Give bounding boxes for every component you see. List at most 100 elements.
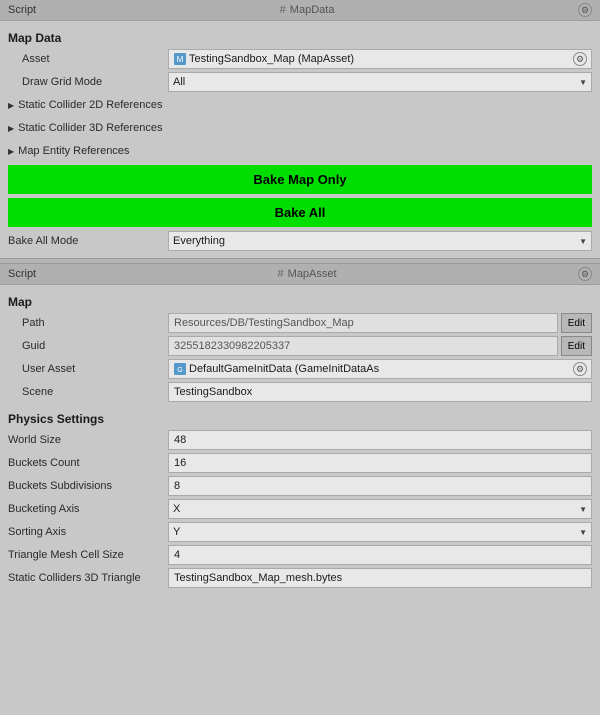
top-script-value: MapData (290, 4, 335, 16)
bottom-script-value: MapAsset (288, 268, 337, 280)
path-input[interactable] (168, 313, 558, 333)
buckets-subdivisions-input[interactable] (168, 476, 592, 496)
draw-grid-mode-label: Draw Grid Mode (8, 76, 168, 88)
user-asset-input[interactable]: G DefaultGameInitData (GameInitDataAs ⚙ (168, 359, 592, 379)
bucketing-axis-text: X (173, 503, 180, 515)
world-size-row: World Size (8, 430, 592, 450)
triangle-mesh-cell-size-input[interactable] (168, 545, 592, 565)
asset-text: TestingSandbox_Map (MapAsset) (189, 53, 569, 65)
guid-label: Guid (8, 340, 168, 352)
bake-all-mode-text: Everything (173, 235, 225, 247)
bucketing-axis-row: Bucketing Axis X ▼ (8, 499, 592, 519)
bottom-script-tag: # MapAsset (278, 268, 337, 280)
static-collider-2d-row[interactable]: ▶ Static Collider 2D References (8, 95, 592, 115)
world-size-input[interactable] (168, 430, 592, 450)
bucketing-axis-label: Bucketing Axis (8, 503, 168, 515)
bake-map-only-button[interactable]: Bake Map Only (8, 165, 592, 194)
user-asset-text: DefaultGameInitData (GameInitDataAs (189, 363, 569, 375)
draw-grid-mode-value: All ▼ (168, 72, 592, 92)
static-colliders-3d-label: Static Colliders 3D Triangle (8, 572, 168, 584)
guid-row: Guid Edit (8, 336, 592, 356)
buckets-count-row: Buckets Count (8, 453, 592, 473)
main-panel: Script # MapData ⚙ Map Data Asset M Test… (0, 0, 600, 595)
scene-input[interactable] (168, 382, 592, 402)
draw-grid-mode-text: All (173, 76, 185, 88)
scene-row: Scene (8, 382, 592, 402)
sorting-axis-row: Sorting Axis Y ▼ (8, 522, 592, 542)
asset-row: Asset M TestingSandbox_Map (MapAsset) ⚙ (8, 49, 592, 69)
bottom-gear-icon[interactable]: ⚙ (578, 267, 592, 281)
svg-text:G: G (177, 367, 182, 374)
collapsible-triangle-3d: ▶ (8, 124, 14, 133)
draw-grid-mode-arrow: ▼ (579, 78, 587, 87)
buckets-subdivisions-label: Buckets Subdivisions (8, 480, 168, 492)
asset-input[interactable]: M TestingSandbox_Map (MapAsset) ⚙ (168, 49, 592, 69)
bake-all-mode-value: Everything ▼ (168, 231, 592, 251)
draw-grid-mode-row: Draw Grid Mode All ▼ (8, 72, 592, 92)
user-asset-gear-icon[interactable]: ⚙ (573, 362, 587, 376)
bucketing-axis-value-container: X ▼ (168, 499, 592, 519)
guid-value-container: Edit (168, 336, 592, 356)
path-value-container: Edit (168, 313, 592, 333)
world-size-value-container (168, 430, 592, 450)
buckets-subdivisions-value-container (168, 476, 592, 496)
guid-edit-button[interactable]: Edit (561, 336, 592, 356)
bake-all-button[interactable]: Bake All (8, 198, 592, 227)
map-data-title: Map Data (8, 31, 592, 45)
map-title: Map (8, 295, 592, 309)
sorting-axis-label: Sorting Axis (8, 526, 168, 538)
path-edit-button[interactable]: Edit (561, 313, 592, 333)
static-collider-2d-label: Static Collider 2D References (18, 99, 162, 111)
collapsible-triangle-entity: ▶ (8, 147, 14, 156)
top-script-label: Script (8, 4, 36, 16)
collapsible-triangle-2d: ▶ (8, 101, 14, 110)
bucketing-axis-dropdown[interactable]: X ▼ (168, 499, 592, 519)
map-entity-row[interactable]: ▶ Map Entity References (8, 141, 592, 161)
top-script-tag: # MapData (280, 4, 335, 16)
asset-gear-icon[interactable]: ⚙ (573, 52, 587, 66)
bottom-script-label: Script (8, 268, 36, 280)
static-colliders-3d-value-container (168, 568, 592, 588)
scene-label: Scene (8, 386, 168, 398)
bottom-hash-icon: # (278, 268, 284, 280)
user-asset-value-container: G DefaultGameInitData (GameInitDataAs ⚙ (168, 359, 592, 379)
map-entity-label: Map Entity References (18, 145, 129, 157)
asset-value-container: M TestingSandbox_Map (MapAsset) ⚙ (168, 49, 592, 69)
hash-icon: # (280, 4, 286, 16)
bottom-script-header: Script # MapAsset ⚙ (0, 264, 600, 285)
bake-all-mode-arrow: ▼ (579, 237, 587, 246)
bake-all-mode-row: Bake All Mode Everything ▼ (8, 231, 592, 251)
world-size-label: World Size (8, 434, 168, 446)
physics-title: Physics Settings (8, 412, 592, 426)
path-label: Path (8, 317, 168, 329)
sorting-axis-value-container: Y ▼ (168, 522, 592, 542)
svg-text:M: M (177, 55, 184, 64)
triangle-mesh-cell-size-label: Triangle Mesh Cell Size (8, 549, 168, 561)
buckets-subdivisions-row: Buckets Subdivisions (8, 476, 592, 496)
buckets-count-label: Buckets Count (8, 457, 168, 469)
scene-value-container (168, 382, 592, 402)
bake-all-mode-dropdown[interactable]: Everything ▼ (168, 231, 592, 251)
asset-icon: M (173, 52, 187, 66)
static-colliders-3d-input[interactable] (168, 568, 592, 588)
bake-all-mode-label: Bake All Mode (8, 235, 168, 247)
top-script-header: Script # MapData ⚙ (0, 0, 600, 21)
static-collider-3d-label: Static Collider 3D References (18, 122, 162, 134)
user-asset-label: User Asset (8, 363, 168, 375)
bucketing-axis-arrow: ▼ (579, 505, 587, 514)
top-gear-icon[interactable]: ⚙ (578, 3, 592, 17)
asset-label: Asset (8, 53, 168, 65)
guid-input[interactable] (168, 336, 558, 356)
sorting-axis-arrow: ▼ (579, 528, 587, 537)
static-collider-3d-row[interactable]: ▶ Static Collider 3D References (8, 118, 592, 138)
sorting-axis-text: Y (173, 526, 180, 538)
buckets-count-value-container (168, 453, 592, 473)
triangle-mesh-cell-size-row: Triangle Mesh Cell Size (8, 545, 592, 565)
draw-grid-mode-dropdown[interactable]: All ▼ (168, 72, 592, 92)
path-row: Path Edit (8, 313, 592, 333)
map-data-body: Map Data Asset M TestingSandbox_Map (Map… (0, 21, 600, 258)
user-asset-row: User Asset G DefaultGameInitData (GameIn… (8, 359, 592, 379)
sorting-axis-dropdown[interactable]: Y ▼ (168, 522, 592, 542)
map-asset-body: Map Path Edit Guid Edit User Asset (0, 285, 600, 595)
buckets-count-input[interactable] (168, 453, 592, 473)
